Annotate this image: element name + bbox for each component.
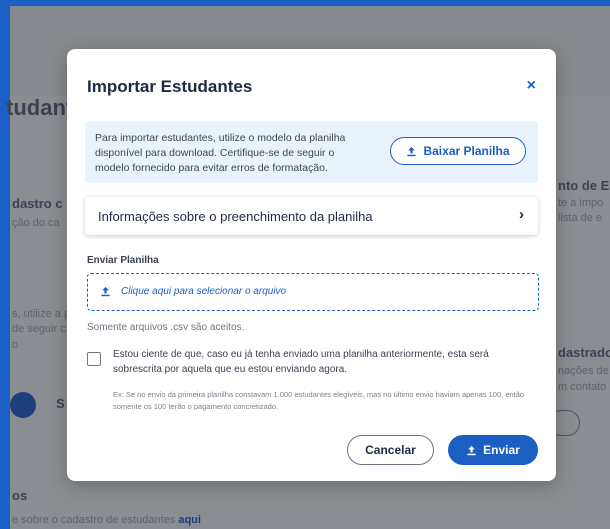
consent-checkbox[interactable] [87,352,101,366]
background-bottom-heading: os [12,488,28,503]
send-button[interactable]: Enviar [448,435,538,465]
upload-section-label: Enviar Planilha [87,255,159,266]
info-text: Para importar estudantes, utilize o mode… [95,132,346,174]
send-button-label: Enviar [483,443,520,457]
background-circle-button [10,392,36,418]
upload-arrow-icon [101,286,110,297]
info-box: Para importar estudantes, utilize o mode… [85,121,538,183]
background-page-title: tudant [6,95,74,120]
consent-example-text: Ex: Se no envio da primeira planilha con… [113,390,525,411]
import-students-modal: Importar Estudantes × Para importar estu… [67,49,556,481]
background-right-heading-2: dastrado [558,345,610,360]
background-right-text-2: lista de e [558,212,603,224]
background-top-bar [0,0,610,6]
modal-title: Importar Estudantes [87,77,253,96]
background-bottom-text-label: e sobre o cadastro de estudantes [12,514,176,526]
chevron-right-icon: › [519,206,524,223]
background-right-text-1: te a impo [558,197,604,209]
background-right-heading-1: nto de Es [558,178,610,193]
close-icon[interactable]: × [527,77,536,95]
dropzone-text: Clique aqui para selecionar o arquivo [121,286,287,297]
file-dropzone[interactable]: Clique aqui para selecionar o arquivo [87,273,539,311]
background-bottom-text: e sobre o cadastro de estudantes aqui [12,514,201,526]
background-left-text-2: de seguir c [12,323,66,335]
background-fragment-s: S [56,396,65,411]
accordion-label: Informações sobre o preenchimento da pla… [98,209,373,224]
background-right-text-4: m contato [558,381,607,393]
background-bottom-link: aqui [178,514,201,526]
background-section-sub: ção do ca [12,217,60,229]
file-type-helper-text: Somente arquivos .csv são aceitos. [87,322,245,333]
download-button-label: Baixar Planilha [423,144,510,158]
download-spreadsheet-button[interactable]: Baixar Planilha [390,137,526,165]
background-left-text-1: s, utilize a p [12,308,71,320]
background-section-heading: dastro c [12,196,63,211]
upload-arrow-icon [407,146,417,156]
background-left-text-3: o [12,339,19,351]
upload-arrow-icon [467,445,476,455]
consent-text: Estou ciente de que, caso eu já tenha en… [113,349,489,375]
background-right-text-3: nações de [558,365,609,377]
background-left-bar [0,0,10,529]
cancel-button[interactable]: Cancelar [347,435,434,465]
fill-instructions-accordion[interactable]: Informações sobre o preenchimento da pla… [85,197,538,235]
